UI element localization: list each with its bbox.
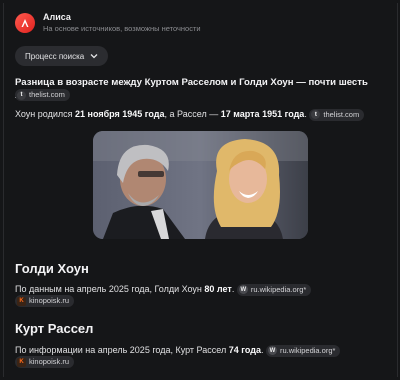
answer-birthdates: Хоун родился 21 ноября 1945 года, а Расс… [15, 108, 390, 121]
app-name: Алиса [43, 12, 71, 22]
text-part: , а Рассел — [164, 109, 221, 119]
kinopoisk-icon: K [17, 357, 26, 367]
source-label: ru.wikipedia.org* [280, 345, 336, 355]
source-label: kinopoisk.ru [29, 296, 70, 305]
alice-logo-icon [15, 13, 35, 33]
thelist-icon: t [17, 90, 26, 100]
source-chip-thelist[interactable]: t thelist.com [15, 89, 70, 101]
couple-photo-illustration [93, 131, 308, 239]
source-label: ru.wikipedia.org* [250, 284, 307, 294]
text-part: . [304, 109, 307, 119]
chevron-down-icon [90, 54, 98, 59]
text-part: . [260, 345, 264, 355]
wikipedia-icon: W [268, 346, 277, 356]
source-chip-wikipedia[interactable]: W ru.wikipedia.org* [236, 283, 312, 296]
thelist-icon: t [311, 110, 321, 120]
search-process-button[interactable]: Процесс поиска [15, 46, 109, 66]
section-text-russell: По информации на апрель 2025 года, Курт … [15, 344, 390, 357]
section-text-hawn: По данным на апрель 2025 года, Голди Хоу… [15, 283, 390, 296]
section-title-hawn: Голди Хоун [15, 261, 89, 276]
text-part: . [231, 284, 235, 294]
source-label: thelist.com [323, 109, 360, 119]
text-part: По информации на апрель 2025 года, Курт … [15, 345, 229, 355]
source-chip-thelist[interactable]: t thelist.com [309, 108, 365, 121]
source-label: thelist.com [29, 90, 65, 99]
app-subtitle: На основе источников, возможны неточност… [43, 24, 201, 33]
header: Алиса На основе источников, возможны нет… [15, 12, 201, 35]
source-chip-wikipedia[interactable]: W ru.wikipedia.org* [266, 344, 341, 357]
hawn-birthdate: 21 ноября 1945 года [75, 109, 165, 119]
text-part: Хоун родился [15, 109, 75, 119]
source-label: kinopoisk.ru [29, 357, 70, 366]
couple-photo[interactable] [93, 131, 308, 239]
answer-headline: Разница в возрасте между Куртом Расселом… [15, 76, 385, 102]
section-title-russell: Курт Рассел [15, 321, 94, 336]
text-part: По данным на апрель 2025 года, Голди Хоу… [15, 284, 205, 294]
hawn-age: 80 лет [204, 284, 232, 294]
russell-age: 74 года [228, 345, 261, 355]
source-chip-kinopoisk[interactable]: K kinopoisk.ru [15, 295, 75, 307]
search-process-label: Процесс поиска [25, 51, 85, 61]
source-chip-kinopoisk[interactable]: K kinopoisk.ru [15, 356, 75, 368]
russell-birthdate: 17 марта 1951 года [220, 109, 305, 119]
header-text: Алиса На основе источников, возможны нет… [43, 12, 201, 35]
kinopoisk-icon: K [17, 296, 26, 306]
wikipedia-icon: W [238, 285, 248, 295]
